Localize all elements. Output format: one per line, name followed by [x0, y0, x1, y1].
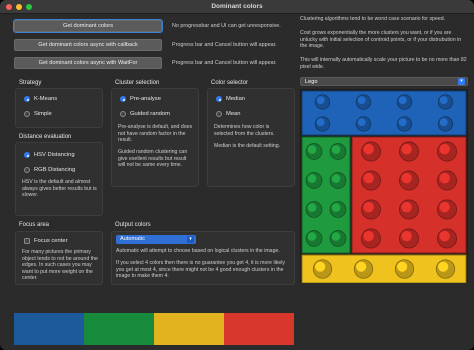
info-speed-text: Clustering algorithms tend to be worst c…	[300, 16, 446, 22]
lego-stud-highlight	[331, 174, 341, 183]
radio-unselected-icon	[24, 111, 30, 117]
get-dominant-colors-callback-button[interactable]: Get dominant colors async with callback	[14, 39, 162, 51]
lego-stud-highlight	[398, 96, 407, 105]
output-description-1: Automatic will attempt to choose based o…	[116, 248, 280, 254]
distance-option-label: HSV Distancing	[34, 152, 75, 158]
chevron-down-icon: ▾	[187, 236, 194, 243]
focus-description: For many pictures the primary object ten…	[22, 249, 98, 282]
lego-stud-highlight	[307, 232, 317, 241]
get-dominant-colors-button[interactable]: Get dominant colors	[13, 19, 163, 33]
cluster-description-2: Guided random clustering can give exelle…	[118, 149, 188, 169]
lego-stud-highlight	[401, 201, 412, 213]
lego-stud-highlight	[438, 261, 449, 272]
color-option-mean[interactable]: Mean	[216, 111, 241, 117]
distance-option-rgb[interactable]: RGB Distancing	[24, 167, 75, 173]
cluster-option-guided-random[interactable]: Guided random	[120, 111, 170, 117]
title-bar: Dominant colors	[0, 0, 474, 14]
strategy-option-kmeans[interactable]: K-Means	[24, 96, 57, 102]
lego-stud-highlight	[439, 230, 450, 242]
lego-stud-highlight	[401, 143, 412, 155]
lego-stud-highlight	[307, 203, 317, 212]
image-select[interactable]: Lego ▾	[300, 77, 468, 86]
color-option-label: Mean	[226, 111, 241, 117]
lego-stud-highlight	[363, 201, 374, 213]
radio-selected-icon	[24, 96, 30, 102]
lego-stud-highlight	[363, 172, 374, 184]
info-cost-text: Cost grows exponentially the more cluste…	[300, 30, 462, 50]
strategy-option-label: Simple	[34, 111, 52, 117]
lego-stud-highlight	[363, 143, 374, 155]
lego-stud-highlight	[331, 232, 341, 241]
focus-area-label: Focus area	[19, 222, 50, 228]
color-option-label: Median	[226, 96, 246, 102]
button-note-sync: No progressbar and UI can get unresponsi…	[172, 23, 281, 29]
cluster-option-pre-analyse[interactable]: Pre-analyse	[120, 96, 161, 102]
lego-stud-highlight	[401, 230, 412, 242]
lego-stud-highlight	[316, 118, 325, 127]
color-selector-label: Color selector	[211, 80, 249, 86]
lego-stud-highlight	[363, 230, 374, 242]
radio-unselected-icon	[120, 111, 126, 117]
checkbox-icon	[24, 238, 30, 244]
lego-stud-highlight	[397, 261, 408, 272]
lego-stud-highlight	[439, 201, 450, 213]
lego-stud-highlight	[356, 261, 367, 272]
color-selector-description-1: Determines how color is selected from th…	[214, 124, 275, 137]
get-dominant-colors-waitfor-button[interactable]: Get dominant colors async with WaitFor	[14, 57, 162, 69]
radio-unselected-icon	[216, 111, 222, 117]
radio-selected-icon	[24, 152, 30, 158]
cluster-description-1: Pre-analyse is default, and does not hav…	[118, 124, 193, 144]
color-selector-group	[207, 88, 295, 187]
lego-stud-highlight	[316, 96, 325, 105]
app-window: Dominant colors Get dominant colors No p…	[0, 0, 474, 350]
lego-stud-highlight	[307, 145, 317, 154]
color-swatch	[84, 313, 154, 345]
button-note-waitfor: Progress bar and Cancel button will appe…	[172, 60, 277, 66]
radio-unselected-icon	[24, 167, 30, 173]
lego-stud-highlight	[331, 203, 341, 212]
lego-stud-highlight	[315, 261, 326, 272]
focus-center-label: Focus center	[34, 238, 68, 244]
output-colors-select-value: Automatic	[120, 236, 145, 242]
strategy-label: Strategy	[19, 80, 42, 86]
lego-stud-highlight	[439, 143, 450, 155]
cluster-option-label: Pre-analyse	[130, 96, 161, 102]
lego-stud-highlight	[307, 174, 317, 183]
color-swatch	[14, 313, 84, 345]
strategy-option-label: K-Means	[34, 96, 58, 102]
radio-selected-icon	[216, 96, 222, 102]
button-note-callback: Progress bar and Cancel button will appe…	[172, 42, 277, 48]
strategy-group	[15, 88, 103, 128]
distance-option-hsv[interactable]: HSV Distancing	[24, 152, 75, 158]
chevron-down-icon: ▾	[458, 78, 465, 85]
lego-preview-image	[300, 89, 468, 283]
color-selector-description-2: Median is the default setting.	[214, 143, 281, 149]
strategy-option-simple[interactable]: Simple	[24, 111, 52, 117]
lego-stud-highlight	[357, 96, 366, 105]
color-swatch	[154, 313, 224, 345]
color-swatch	[224, 313, 294, 345]
lego-image-graphic	[301, 90, 467, 283]
output-colors-select[interactable]: Automatic ▾	[116, 235, 196, 244]
distance-option-label: RGB Distancing	[34, 167, 76, 173]
cluster-selection-label: Cluster selection	[115, 80, 160, 86]
distance-evaluation-label: Distance evaluation	[19, 134, 72, 140]
color-option-median[interactable]: Median	[216, 96, 245, 102]
radio-selected-icon	[120, 96, 126, 102]
distance-description: HSV is the default and almost always giv…	[22, 179, 97, 199]
lego-stud-highlight	[401, 172, 412, 184]
focus-center-checkbox[interactable]: Focus center	[24, 238, 68, 244]
info-scale-text: This will internally automatically scale…	[300, 57, 467, 70]
output-colors-label: Output colors	[115, 222, 151, 228]
window-title: Dominant colors	[211, 3, 263, 10]
lego-stud-highlight	[398, 118, 407, 127]
cluster-option-label: Guided random	[130, 111, 170, 117]
image-select-value: Lego	[305, 79, 318, 85]
lego-stud-highlight	[331, 145, 341, 154]
lego-stud-highlight	[439, 96, 448, 105]
output-description-2: If you select 4 colors then there is no …	[116, 260, 285, 280]
lego-stud-highlight	[357, 118, 366, 127]
lego-stud-highlight	[439, 172, 450, 184]
lego-stud-highlight	[439, 118, 448, 127]
